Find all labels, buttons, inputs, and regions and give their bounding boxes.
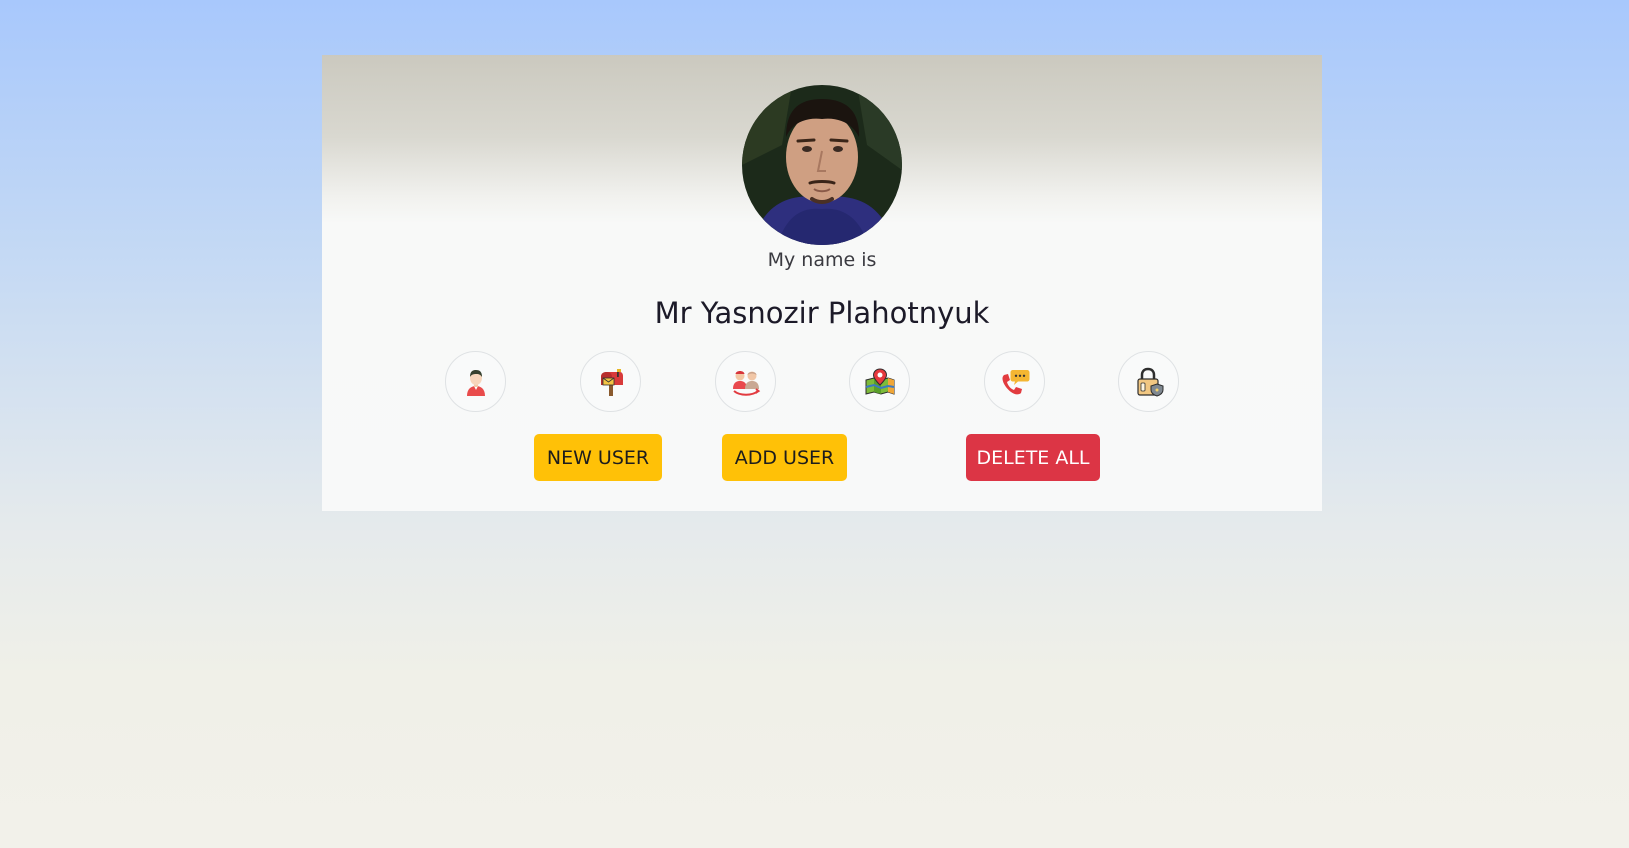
padlock-icon-button[interactable] <box>1118 351 1179 412</box>
new-user-button[interactable]: NEW USER <box>534 434 662 481</box>
mailbox-icon-button[interactable] <box>580 351 641 412</box>
map-location-icon-button[interactable] <box>849 351 910 412</box>
delete-all-button[interactable]: DELETE ALL <box>966 434 1100 481</box>
padlock-icon <box>1136 367 1163 397</box>
user-icon <box>466 369 485 396</box>
mailbox-icon <box>600 368 623 396</box>
profile-card: My name is Mr Yasnozir Plahotnyuk NEW US… <box>322 55 1322 511</box>
map-location-icon <box>865 367 894 395</box>
avatar <box>742 85 902 245</box>
phone-chat-icon-button[interactable] <box>984 351 1045 412</box>
intro-label: My name is <box>767 249 877 271</box>
user-icon-button[interactable] <box>445 351 506 412</box>
user-full-name: Mr Yasnozir Plahotnyuk <box>654 296 990 330</box>
add-user-button[interactable]: ADD USER <box>722 434 847 481</box>
phone-chat-icon <box>1001 369 1029 394</box>
users-exchange-icon-button[interactable] <box>715 351 776 412</box>
users-exchange-icon <box>732 370 760 396</box>
